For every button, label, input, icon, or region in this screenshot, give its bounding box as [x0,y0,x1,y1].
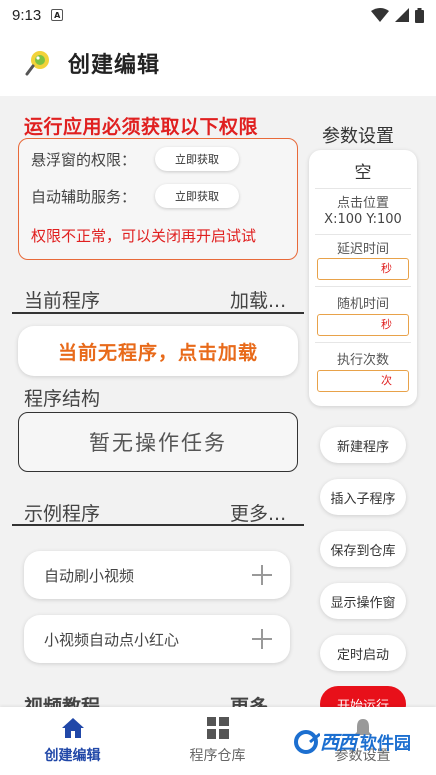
watermark-logo-icon [294,729,320,754]
example-item[interactable]: 小视频自动点小红心 [24,615,290,663]
divider [12,312,304,314]
watermark-suffix: 软件园 [360,734,412,754]
status-time: 9:13 [12,6,42,24]
current-program-title: 当前程序 [24,290,101,312]
click-position-value[interactable]: X:100 Y:100 [309,212,417,227]
divider [12,524,304,526]
random-time-label: 随机时间 [336,297,389,312]
example-item-label: 自动刷小视频 [44,566,135,585]
start-run-button[interactable]: 开始运行 [320,686,406,707]
examples-title: 示例程序 [24,503,101,525]
nav-label: 创建编辑 [44,748,101,764]
main-content[interactable]: 运行应用必须获取以下权限 悬浮窗的权限： 立即获取 自动辅助服务： 立即获取 权… [0,96,436,707]
params-title: 参数设置 [322,126,394,147]
empty-task-box: 暂无操作任务 [18,412,298,472]
nav-program-repo[interactable]: 程序仓库 [145,707,290,775]
separator [315,286,411,287]
example-item[interactable]: 自动刷小视频 [24,551,290,599]
show-window-button[interactable]: 显示操作窗 [320,583,406,619]
execution-count-label: 执行次数 [336,353,389,368]
save-to-repo-button[interactable]: 保存到仓库 [320,531,406,567]
floating-permission-label: 悬浮窗的权限： [31,151,137,169]
separator [315,188,411,189]
wifi-icon [371,8,389,22]
load-link[interactable]: 加载... [230,286,286,313]
example-item-label: 小视频自动点小红心 [44,630,180,649]
param-value: 空 [354,163,372,183]
load-program-button[interactable]: 当前无程序，点击加载 [18,326,298,376]
permissions-heading: 运行应用必须获取以下权限 [24,116,259,138]
separator [315,234,411,235]
separator [315,342,411,343]
battery-icon [415,7,424,23]
signal-icon [395,8,409,22]
status-icons [371,7,424,23]
status-bar: 9:13 A [0,0,436,30]
params-panel: 空 点击位置 X:100 Y:100 延迟时间 秒 随机时间 秒 执行次数 次 [309,150,417,406]
watermark-brand: 西西 [320,732,357,754]
nav-label: 程序仓库 [189,748,246,764]
notification-a-icon: A [51,9,64,21]
permission-warning: 权限不正常，可以关闭再开启试试 [31,227,257,245]
timed-start-button[interactable]: 定时启动 [320,635,406,671]
plus-icon[interactable] [252,565,272,585]
click-position-label: 点击位置 [336,196,389,211]
tutorials-more-link[interactable]: 更多 [230,692,268,707]
tutorials-title: 视频教程 [24,696,101,707]
accessibility-button[interactable]: 立即获取 [155,184,239,208]
insert-subprogram-button[interactable]: 插入子程序 [320,479,406,515]
random-time-input[interactable]: 秒 [317,314,409,336]
home-icon [61,718,84,738]
execution-count-input[interactable]: 次 [317,370,409,392]
new-program-button[interactable]: 新建程序 [320,427,406,463]
examples-more-link[interactable]: 更多... [230,499,286,526]
app-logo-icon [25,51,49,76]
plus-icon[interactable] [252,629,272,649]
nav-create-edit[interactable]: 创建编辑 [0,707,145,775]
permissions-box: 悬浮窗的权限： 立即获取 自动辅助服务： 立即获取 权限不正常，可以关闭再开启试… [18,138,298,260]
load-program-label: 当前无程序，点击加载 [57,341,258,364]
delay-label: 延迟时间 [336,242,389,257]
floating-permission-button[interactable]: 立即获取 [155,147,239,171]
app-bar: 创建编辑 [0,30,436,96]
watermark: 西西 软件园 [294,728,411,755]
accessibility-label: 自动辅助服务： [31,188,137,206]
page-title: 创建编辑 [68,53,161,78]
grid-icon [206,717,229,739]
delay-input[interactable]: 秒 [317,258,409,280]
program-structure-title: 程序结构 [24,388,101,410]
